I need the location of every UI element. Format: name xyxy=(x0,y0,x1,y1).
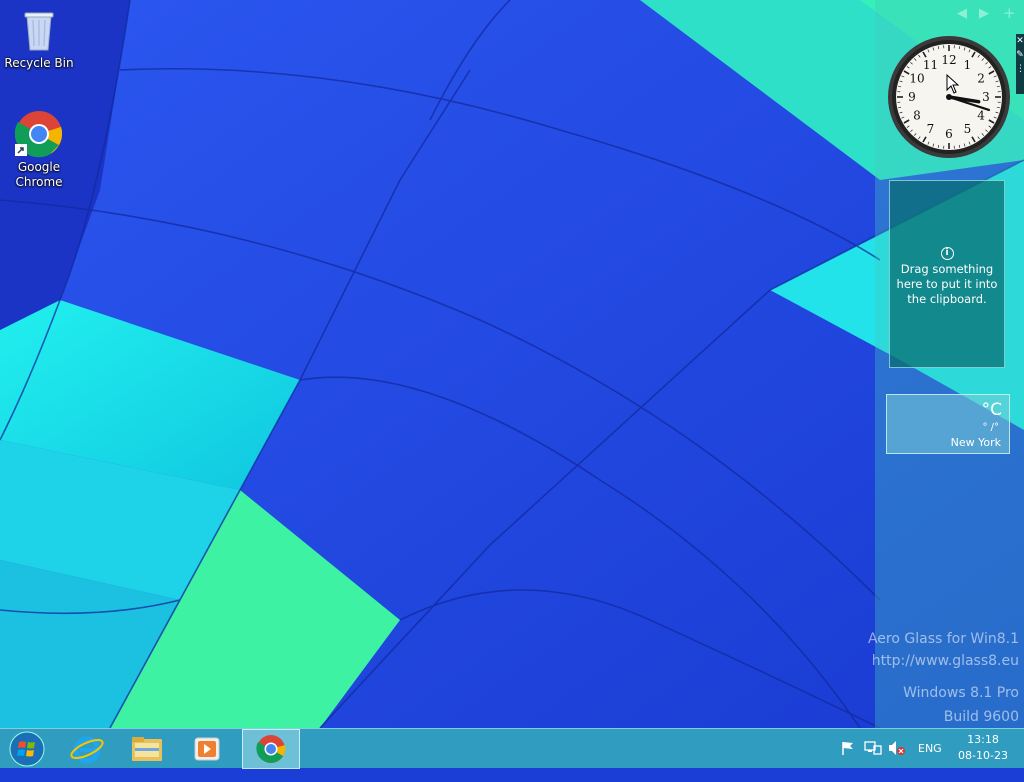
clock-numeral: 8 xyxy=(913,109,921,123)
clock-numeral: 7 xyxy=(927,122,935,136)
clock-numeral: 10 xyxy=(909,72,924,86)
weather-gadget[interactable]: °C ° /° New York xyxy=(886,394,1010,454)
close-icon[interactable]: ✕ xyxy=(1016,34,1024,48)
clock-gadget[interactable]: 12 12 3 45678 9 1011 xyxy=(886,34,1012,160)
chrome-label: Google Chrome xyxy=(1,160,77,190)
chrome-icon xyxy=(243,730,299,768)
sidebar-prev-icon[interactable]: ◀ xyxy=(957,6,967,21)
desktop: Recycle Bin Google Chrome ◀ ▶ + ✕ xyxy=(0,0,1024,728)
drag-handle-icon[interactable]: ⋮ xyxy=(1016,62,1024,76)
volume-muted-icon[interactable] xyxy=(888,740,906,780)
taskbar-file-explorer[interactable] xyxy=(118,729,176,769)
network-icon[interactable] xyxy=(864,740,882,780)
clipboard-message: Drag something here to put it into the c… xyxy=(890,262,1004,307)
clock-numeral: 12 xyxy=(941,53,956,67)
clipboard-info: i Drag something here to put it into the… xyxy=(890,247,1004,307)
weather-city: New York xyxy=(951,436,1001,449)
gadget-close-strip[interactable]: ✕ ✎ ⋮ xyxy=(1016,34,1024,94)
weather-range: ° /° xyxy=(982,422,999,433)
clock-numeral: 2 xyxy=(977,72,985,86)
clock-numeral: 11 xyxy=(923,58,938,72)
media-player-icon xyxy=(178,729,236,769)
recycle-bin-label: Recycle Bin xyxy=(1,56,77,71)
clock-numeral: 3 xyxy=(982,90,990,104)
wallpaper xyxy=(0,0,1024,728)
tray-date: 08-10-23 xyxy=(950,748,1016,764)
taskbar-internet-explorer[interactable] xyxy=(58,729,116,769)
mouse-cursor-icon xyxy=(946,74,960,94)
watermark-line1: Aero Glass for Win8.1 xyxy=(868,631,1019,647)
watermark-line4: Build 9600 xyxy=(944,709,1019,725)
start-orb-icon xyxy=(0,729,54,769)
clock-numeral: 9 xyxy=(908,90,916,104)
start-button[interactable] xyxy=(0,729,54,769)
input-language[interactable]: ENG xyxy=(918,742,942,782)
clipboard-gadget[interactable]: i Drag something here to put it into the… xyxy=(889,180,1005,368)
clock-numeral: 6 xyxy=(945,127,953,141)
taskbar-clock[interactable]: 13:18 08-10-23 xyxy=(950,732,1016,764)
taskbar: ENG 13:18 08-10-23 xyxy=(0,728,1024,768)
clock-numeral: 4 xyxy=(977,109,985,123)
add-gadget-icon[interactable]: + xyxy=(1003,4,1016,22)
sidebar-next-icon[interactable]: ▶ xyxy=(979,6,989,21)
clock-numeral: 1 xyxy=(964,58,972,72)
wrench-icon[interactable]: ✎ xyxy=(1016,48,1024,62)
sidebar-controls: ◀ ▶ + xyxy=(875,2,1024,26)
taskbar-chrome[interactable] xyxy=(242,729,300,769)
chrome-shortcut[interactable]: Google Chrome xyxy=(1,110,77,190)
watermark-line2: http://www.glass8.eu xyxy=(872,653,1019,669)
recycle-bin-shortcut[interactable]: Recycle Bin xyxy=(1,6,77,71)
info-icon: i xyxy=(941,247,954,260)
internet-explorer-icon xyxy=(58,729,116,769)
taskbar-media-player[interactable] xyxy=(178,729,236,769)
watermark-line3: Windows 8.1 Pro xyxy=(903,685,1019,701)
tray-time: 13:18 xyxy=(950,732,1016,748)
clock-numeral: 5 xyxy=(964,122,972,136)
chrome-icon xyxy=(15,110,63,158)
recycle-bin-icon xyxy=(15,6,63,54)
action-center-flag-icon[interactable] xyxy=(840,740,856,780)
file-explorer-icon xyxy=(118,729,176,769)
weather-temp: °C xyxy=(982,400,1002,420)
